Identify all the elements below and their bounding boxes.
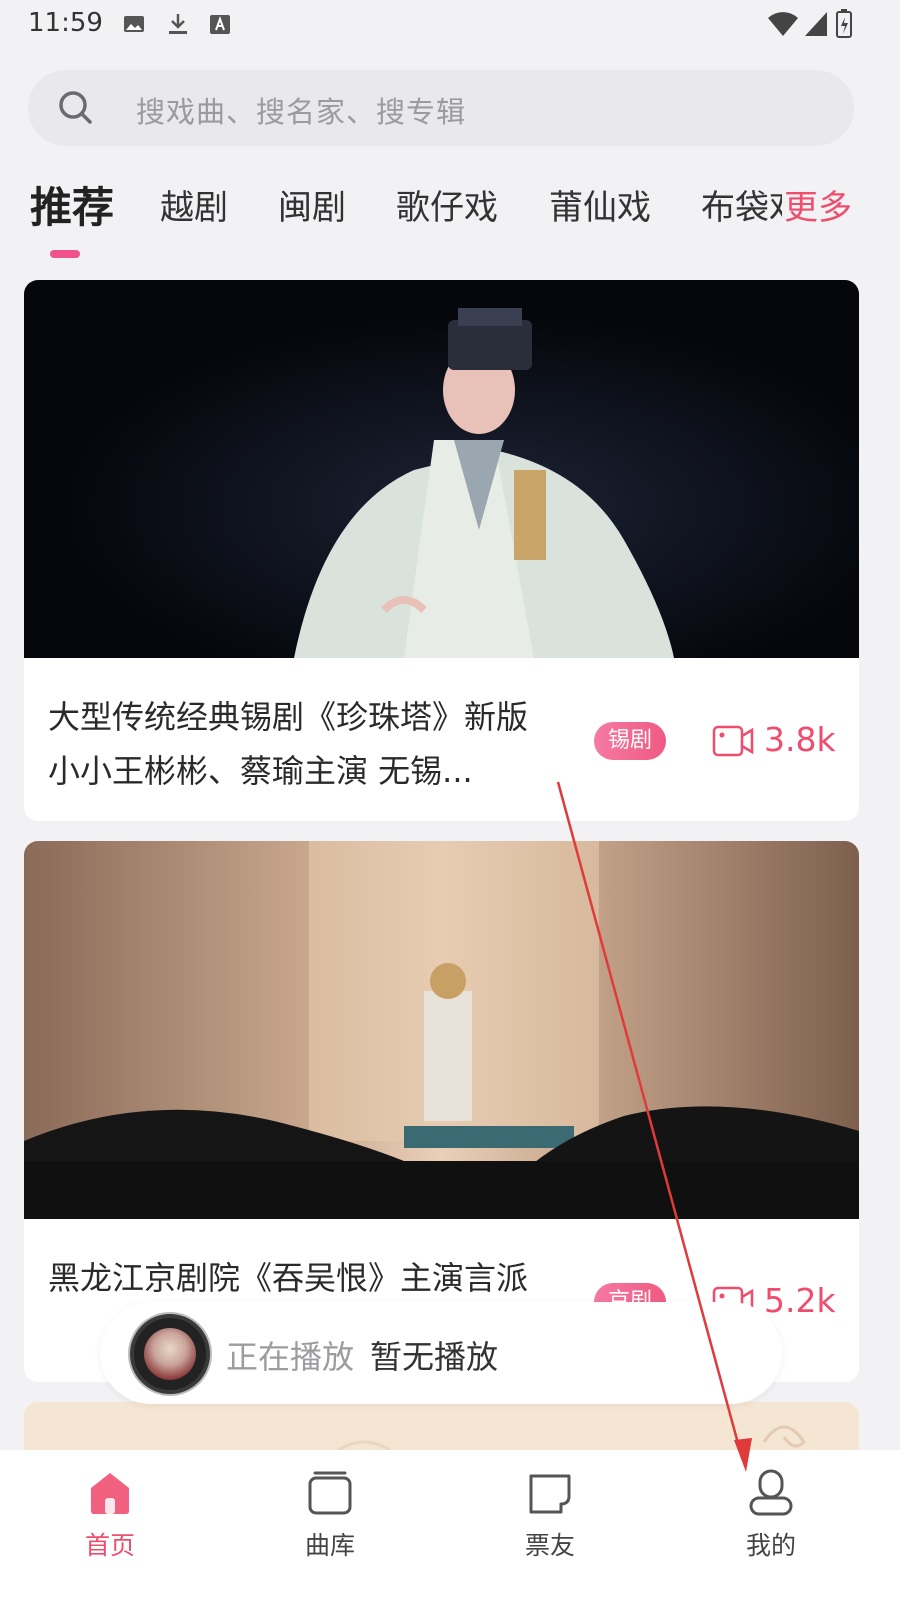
status-time: 11:59 (28, 8, 103, 38)
category-tabs-scroll[interactable]: 推荐 越剧 闽剧 歌仔戏 莆仙戏 布袋戏 (0, 172, 782, 262)
status-bar: 11:59 (0, 0, 900, 52)
view-count-value: 3.8k (764, 720, 836, 759)
video-title[interactable]: 大型传统经典锡剧《珍珠塔》新版 小小王彬彬、蔡瑜主演 无锡... (48, 690, 558, 798)
app-screen: 11:59 搜戏曲、搜名家、搜专辑 推荐 越剧 闽剧 歌仔戏 莆仙戏 布袋 更多… (0, 0, 900, 1600)
search-placeholder: 搜戏曲、搜名家、搜专辑 (136, 95, 467, 129)
nav-label: 首页 (84, 1531, 135, 1560)
video-camera-icon (712, 725, 754, 757)
mini-player[interactable]: 正在播放 暂无播放 (100, 1302, 782, 1404)
nav-friends[interactable]: 票友 (490, 1468, 610, 1568)
now-playing-value: 暂无播放 (370, 1338, 499, 1376)
tab-recommend[interactable]: 推荐 (30, 174, 114, 235)
battery-icon (836, 9, 852, 38)
tab-gezaixi[interactable]: 歌仔戏 (396, 180, 498, 229)
wifi-icon (768, 12, 798, 37)
video-thumbnail[interactable] (24, 280, 859, 658)
cellular-signal-icon (805, 12, 827, 36)
home-icon (91, 1473, 129, 1514)
image-notification-icon (124, 16, 144, 32)
library-icon (308, 1471, 352, 1515)
category-tabs: 推荐 越剧 闽剧 歌仔戏 莆仙戏 布袋戏 更多 (0, 172, 900, 262)
bottom-nav: 首页 曲库 票友 我的 (0, 1450, 900, 1600)
video-title[interactable]: 黑龙江京剧院《吞吴恨》主演言派 (48, 1251, 558, 1305)
tab-minju[interactable]: 闽剧 (278, 180, 346, 229)
profile-icon (749, 1469, 793, 1516)
now-playing-label: 正在播放 (226, 1338, 355, 1376)
search-icon (59, 91, 92, 124)
download-notification-icon (169, 14, 187, 34)
album-disc[interactable] (130, 1314, 210, 1394)
search-bar[interactable]: 搜戏曲、搜名家、搜专辑 (28, 70, 854, 146)
album-art (144, 1328, 196, 1380)
view-count-value: 5.2k (764, 1281, 836, 1320)
nav-library[interactable]: 曲库 (270, 1468, 390, 1568)
active-tab-indicator (50, 250, 80, 258)
nav-home[interactable]: 首页 (50, 1468, 170, 1568)
nav-label: 票友 (524, 1531, 575, 1560)
nav-label: 我的 (745, 1531, 796, 1560)
tab-yueju[interactable]: 越剧 (160, 180, 228, 229)
tab-puxianxi[interactable]: 莆仙戏 (549, 180, 651, 229)
more-categories-button[interactable]: 更多 (782, 180, 852, 229)
video-thumbnail[interactable] (24, 841, 859, 1219)
nav-me[interactable]: 我的 (711, 1468, 831, 1568)
video-card[interactable]: 大型传统经典锡剧《珍珠塔》新版 小小王彬彬、蔡瑜主演 无锡... 锡剧 3.8k (24, 280, 859, 821)
tab-budaixi[interactable]: 布袋戏 (701, 180, 782, 229)
nav-label: 曲库 (304, 1531, 355, 1560)
app-notification-icon (210, 15, 230, 34)
video-card[interactable]: 黑龙江京剧院《吞吴恨》主演言派 京剧 5.2k (24, 841, 859, 1382)
friends-icon (529, 1474, 571, 1514)
genre-tag: 锡剧 (594, 722, 667, 760)
